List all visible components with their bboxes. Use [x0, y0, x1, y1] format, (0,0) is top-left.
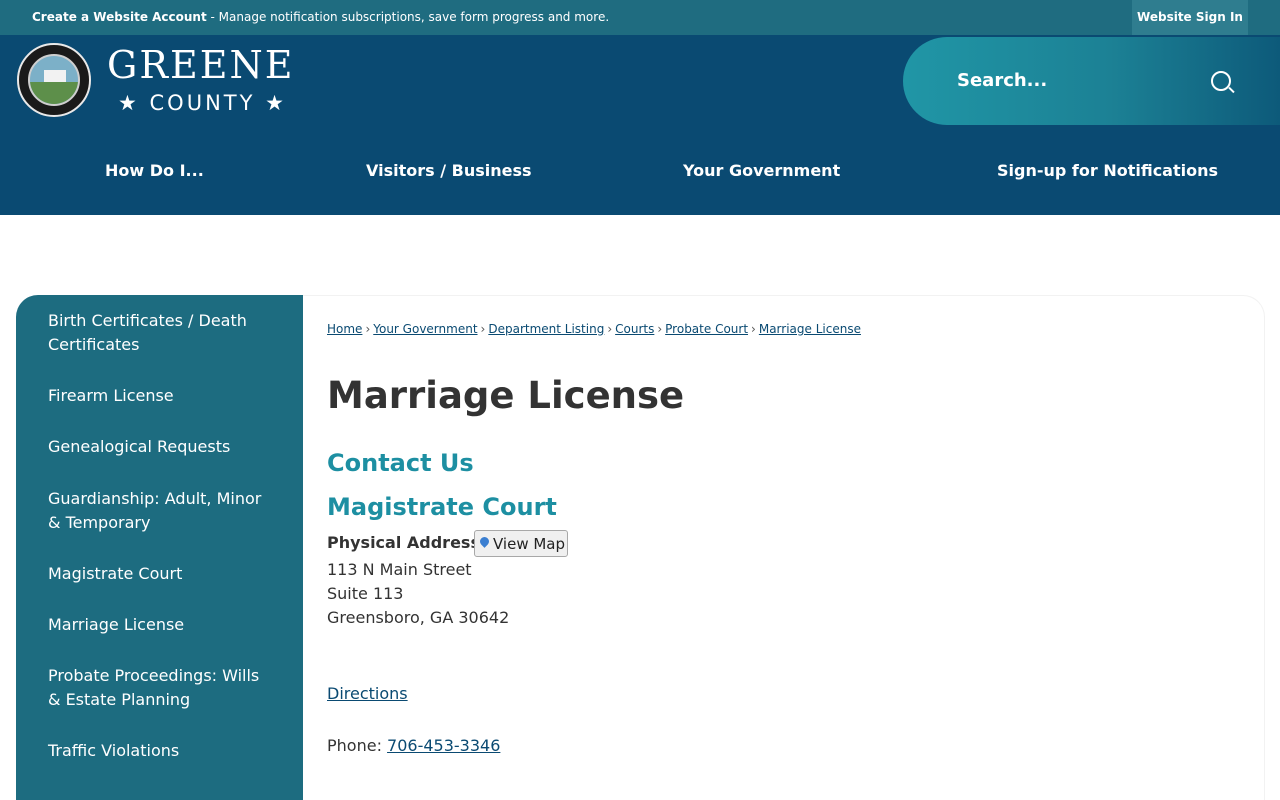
view-map-label: View Map — [493, 535, 566, 553]
address-line-2: Suite 113 — [327, 584, 404, 603]
site-header: GREENE ★ COUNTY ★ Search... How Do I... … — [0, 35, 1280, 215]
sidebar-menu: Birth Certificates / Death Certificates … — [16, 295, 303, 800]
nav-how-do-i[interactable]: How Do I... — [105, 161, 204, 180]
brand-name-greene[interactable]: GREENE — [107, 43, 294, 87]
search-icon[interactable] — [1211, 71, 1231, 91]
breadcrumb-your-government[interactable]: Your Government — [373, 322, 477, 336]
breadcrumb-separator: › — [365, 322, 371, 336]
magistrate-court-heading[interactable]: Magistrate Court — [327, 493, 557, 521]
search-input[interactable]: Search... — [957, 70, 1047, 91]
website-sign-in-button[interactable]: Website Sign In — [1132, 0, 1248, 35]
sidebar-item-genealogical-requests[interactable]: Genealogical Requests — [48, 435, 268, 459]
brand-name-county[interactable]: ★ COUNTY ★ — [118, 91, 287, 115]
seal-grass — [30, 82, 78, 104]
phone-label: Phone: — [327, 736, 388, 755]
sidebar-item-probate-proceedings[interactable]: Probate Proceedings: Wills & Estate Plan… — [48, 664, 268, 712]
map-pin-icon — [478, 535, 491, 548]
create-account-link[interactable]: Create a Website Account — [32, 10, 207, 24]
seal-image — [28, 54, 80, 106]
breadcrumb-probate-court[interactable]: Probate Court — [665, 322, 748, 336]
breadcrumb-separator: › — [480, 322, 486, 336]
directions-row: Directions — [327, 684, 408, 703]
search-box[interactable]: Search... — [903, 37, 1280, 125]
account-message-text: - Manage notification subscriptions, sav… — [206, 10, 610, 24]
breadcrumb-home[interactable]: Home — [327, 322, 362, 336]
sidebar-item-traffic-violations[interactable]: Traffic Violations — [48, 739, 268, 763]
address-line-3: Greensboro, GA 30642 — [327, 608, 510, 627]
top-bar: Create a Website Account - Manage notifi… — [0, 0, 1280, 35]
nav-sign-up-notifications[interactable]: Sign-up for Notifications — [997, 161, 1218, 180]
phone-row: Phone: 706-453-3346 — [327, 736, 500, 755]
breadcrumb-courts[interactable]: Courts — [615, 322, 654, 336]
page-title: Marriage License — [327, 374, 685, 417]
nav-your-government[interactable]: Your Government — [683, 161, 840, 180]
county-seal-logo[interactable] — [17, 43, 91, 117]
breadcrumb-marriage-license[interactable]: Marriage License — [759, 322, 861, 336]
breadcrumb-department-listing[interactable]: Department Listing — [488, 322, 604, 336]
sidebar-item-marriage-license[interactable]: Marriage License — [48, 613, 268, 637]
nav-visitors-business[interactable]: Visitors / Business — [366, 161, 532, 180]
contact-us-heading: Contact Us — [327, 449, 474, 477]
sidebar-item-magistrate-court[interactable]: Magistrate Court — [48, 562, 268, 586]
address-line-1: 113 N Main Street — [327, 560, 472, 579]
directions-link[interactable]: Directions — [327, 684, 408, 703]
phone-link[interactable]: 706-453-3346 — [387, 736, 500, 755]
main-content: Home › Your Government › Department Listing ›… — [303, 295, 1265, 800]
breadcrumb-separator: › — [657, 322, 663, 336]
breadcrumb-separator: › — [607, 322, 613, 336]
breadcrumb-separator: › — [751, 322, 756, 336]
view-map-button[interactable]: View Map — [474, 530, 568, 557]
breadcrumb: Home › Your Government › Department Listing ›… — [327, 322, 861, 336]
sidebar-item-firearm-license[interactable]: Firearm License — [48, 384, 268, 408]
sidebar-item-guardianship[interactable]: Guardianship: Adult, Minor & Temporary — [48, 487, 268, 535]
account-message: Create a Website Account - Manage notifi… — [32, 10, 609, 24]
physical-address-label: Physical Address — [327, 533, 480, 552]
sidebar-item-birth-death-certificates[interactable]: Birth Certificates / Death Certificates — [48, 309, 268, 357]
